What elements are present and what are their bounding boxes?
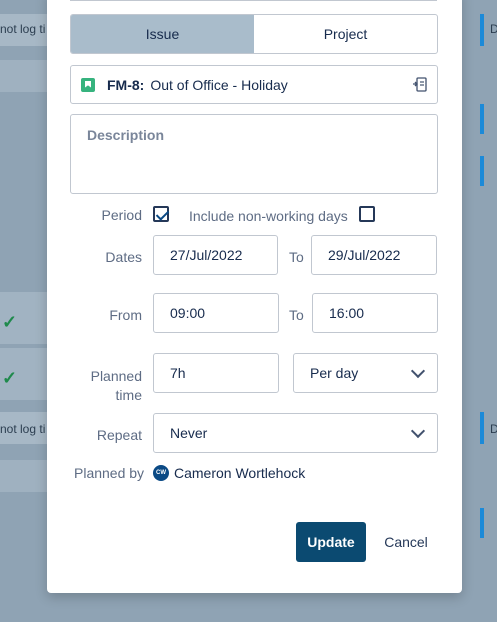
planned-time-label-line2: time bbox=[115, 387, 142, 403]
time-to-label: To bbox=[289, 307, 304, 323]
bg-row-text: not log ti bbox=[0, 22, 46, 36]
start-time-input[interactable]: 09:00 bbox=[153, 293, 279, 333]
open-issue-icon[interactable] bbox=[413, 77, 427, 93]
planned-time-input[interactable]: 7h bbox=[153, 353, 279, 393]
description-field[interactable]: Description bbox=[70, 114, 438, 194]
dialog-top-divider bbox=[70, 0, 437, 1]
planned-time-label-line1: Planned bbox=[90, 368, 142, 384]
bg-letter: D bbox=[490, 422, 497, 436]
planned-time-unit-select[interactable]: Per day bbox=[293, 353, 438, 393]
issue-summary: Out of Office - Holiday bbox=[150, 76, 288, 93]
repeat-label: Repeat bbox=[96, 427, 142, 443]
period-label: Period bbox=[101, 207, 142, 223]
issue-key: FM-8: bbox=[107, 76, 145, 93]
bg-status-bar bbox=[480, 156, 484, 186]
check-icon: ✓ bbox=[2, 312, 18, 332]
bg-status-bar bbox=[480, 104, 484, 134]
issue-project-toggle: Issue Project bbox=[70, 14, 438, 54]
repeat-value: Never bbox=[170, 425, 208, 441]
issue-selector[interactable]: FM-8: Out of Office - Holiday bbox=[70, 65, 438, 104]
dates-to-label: To bbox=[289, 249, 304, 265]
planned-by-user[interactable]: Cameron Wortlehock bbox=[174, 465, 305, 481]
chevron-down-icon bbox=[410, 363, 426, 379]
bg-status-bar bbox=[480, 508, 484, 538]
bookmark-icon bbox=[81, 77, 95, 92]
tab-project[interactable]: Project bbox=[254, 15, 437, 53]
bg-status-bar bbox=[480, 412, 484, 444]
check-icon: ✓ bbox=[2, 368, 18, 388]
start-date-input[interactable]: 27/Jul/2022 bbox=[153, 235, 278, 275]
bg-row bbox=[0, 60, 47, 92]
cancel-button[interactable]: Cancel bbox=[378, 522, 434, 562]
planned-by-label: Planned by bbox=[74, 465, 145, 481]
update-button[interactable]: Update bbox=[296, 522, 366, 562]
chevron-down-icon bbox=[410, 423, 426, 439]
repeat-select[interactable]: Never bbox=[153, 413, 438, 453]
bg-letter: D bbox=[490, 22, 497, 36]
from-label: From bbox=[109, 307, 142, 323]
planned-time-label: Planned time bbox=[72, 367, 142, 405]
bg-status-bar bbox=[480, 14, 484, 46]
avatar: CW bbox=[153, 465, 169, 481]
include-non-working-days-label: Include non-working days bbox=[189, 208, 348, 224]
dates-label: Dates bbox=[105, 249, 142, 265]
bg-row bbox=[0, 460, 47, 492]
period-checkbox[interactable] bbox=[153, 206, 169, 222]
tab-issue[interactable]: Issue bbox=[71, 15, 254, 53]
include-non-working-days-checkbox[interactable] bbox=[359, 206, 375, 222]
end-time-input[interactable]: 16:00 bbox=[312, 293, 438, 333]
bg-row-text: not log ti bbox=[0, 422, 46, 436]
end-date-input[interactable]: 29/Jul/2022 bbox=[311, 235, 437, 275]
planned-time-unit-value: Per day bbox=[310, 365, 359, 381]
